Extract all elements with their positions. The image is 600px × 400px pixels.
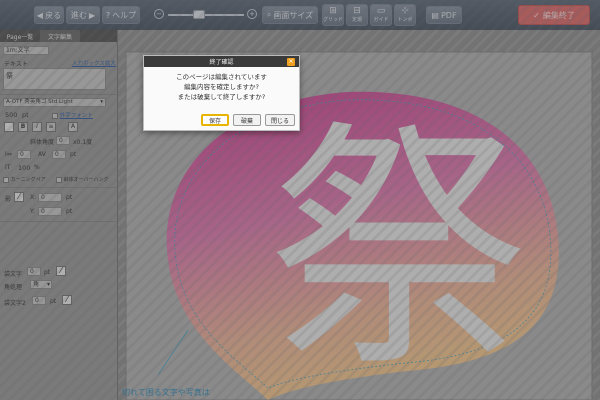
- message-line: または破棄して終了しますか?: [177, 93, 266, 101]
- modal-overlay: [0, 0, 600, 400]
- dialog-header: 終了確認 ✕: [144, 56, 299, 67]
- save-button[interactable]: 保存: [201, 114, 229, 126]
- message-line: 編集内容を確定しますか?: [184, 83, 259, 91]
- close-button[interactable]: 閉じる: [265, 114, 295, 126]
- discard-button[interactable]: 破棄: [233, 114, 261, 126]
- dialog-title: 終了確認: [209, 59, 234, 66]
- close-icon[interactable]: ✕: [287, 58, 295, 66]
- exit-confirm-dialog: 終了確認 ✕ このページは編集されています 編集内容を確定しますか? または破棄…: [143, 55, 300, 131]
- dialog-message: このページは編集されています 編集内容を確定しますか? または破棄して終了します…: [144, 72, 299, 102]
- message-line: このページは編集されています: [176, 73, 267, 81]
